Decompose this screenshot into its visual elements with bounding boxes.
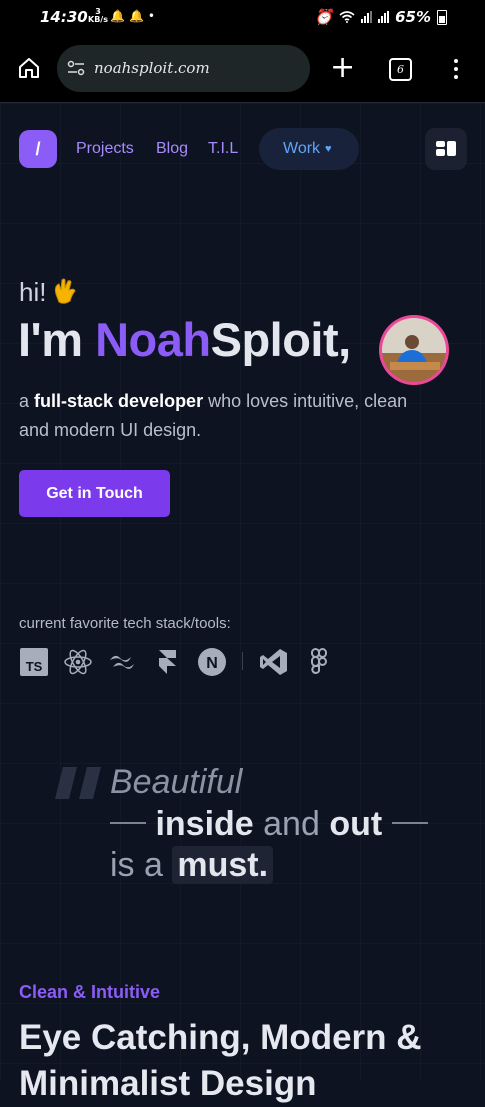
avatar-photo <box>382 318 446 382</box>
grid-background <box>0 103 485 1080</box>
battery-icon <box>437 9 447 25</box>
quote-must: must. <box>172 846 274 884</box>
data-rate: 3 KB/s <box>88 8 108 24</box>
layout-icon-part <box>436 149 445 156</box>
section-title: Eye Catching, Modern & Minimalist Design <box>19 1018 422 1103</box>
home-icon[interactable] <box>18 57 40 79</box>
tech-divider <box>242 652 243 670</box>
figma-icon[interactable] <box>304 647 334 677</box>
headline-prefix: I'm <box>18 313 96 366</box>
hero-intro: a full-stack developer who loves intuiti… <box>19 387 439 445</box>
nav-link-til[interactable]: T.I.L <box>208 140 238 158</box>
headline-name-rest: Sploit, <box>210 313 352 366</box>
avatar-figure <box>390 335 440 370</box>
quote-out: out <box>329 805 383 843</box>
quote-is-a: is a <box>110 846 173 884</box>
section-eyebrow: Clean & Intuitive <box>19 982 161 1002</box>
quote-and: and <box>253 805 330 843</box>
nav-link-blog[interactable]: Blog <box>156 140 188 158</box>
get-in-touch-button[interactable]: Get in Touch <box>19 470 170 517</box>
typescript-icon-text: TS <box>26 659 43 674</box>
framer-icon[interactable] <box>152 647 182 677</box>
quote-line-3: is a must. <box>110 846 274 885</box>
nav-link-projects[interactable]: Projects <box>76 140 134 158</box>
signal-icon-1 <box>361 11 373 23</box>
layout-toggle-button[interactable] <box>425 128 467 170</box>
intro-start: a <box>19 391 35 411</box>
work-dropdown-button[interactable]: Work ♥ <box>259 128 359 170</box>
status-bar: 14:30 3 KB/s 🔔🔔• ⏰ 65% <box>0 0 485 36</box>
status-right: ⏰ 65% <box>314 8 447 26</box>
intro-bold: full-stack developer <box>34 391 204 411</box>
quote-mark-icon <box>55 767 101 799</box>
status-time: 14:30 <box>40 8 88 26</box>
greeting: hi! <box>19 276 80 308</box>
quote-line-2: inside and out <box>110 805 428 844</box>
tab-switcher-button[interactable]: 6 <box>389 58 412 81</box>
headline-name-accent: Noah <box>95 313 211 366</box>
wifi-icon <box>339 11 355 23</box>
more-menu-icon[interactable] <box>454 59 458 83</box>
quote-line-1: Beautiful <box>110 763 243 801</box>
avatar <box>379 315 449 385</box>
url-text[interactable]: noahsploit.com <box>94 59 210 77</box>
signal-icon-2 <box>378 11 390 23</box>
layout-icon <box>436 141 445 147</box>
new-tab-icon[interactable]: + <box>330 53 355 83</box>
tech-stack-label: current favorite tech stack/tools: <box>19 615 231 632</box>
battery-percent: 65% <box>395 8 431 26</box>
chevron-down-icon: ♥ <box>325 143 332 155</box>
nextjs-icon[interactable]: N <box>197 647 227 677</box>
waving-hand-icon <box>55 278 77 304</box>
tailwind-icon[interactable] <box>107 647 137 677</box>
work-label: Work <box>283 140 321 157</box>
notification-icons: 🔔🔔• <box>110 9 159 23</box>
site-settings-icon[interactable] <box>66 60 86 76</box>
hero-headline: I'm NoahSploit, <box>18 312 351 367</box>
quote-inside: inside <box>155 805 254 843</box>
vscode-icon[interactable] <box>259 647 289 677</box>
data-rate-unit: KB/s <box>88 15 108 24</box>
site-logo[interactable]: / <box>19 130 57 168</box>
alarm-icon: ⏰ <box>314 8 334 26</box>
address-bar[interactable]: noahsploit.com <box>57 45 310 92</box>
nextjs-icon-text: N <box>206 655 218 672</box>
quote-block: Beautiful inside and out is a must. <box>0 755 485 895</box>
dash-left <box>110 822 146 824</box>
greeting-text: hi! <box>19 277 47 307</box>
react-icon[interactable] <box>63 647 93 677</box>
layout-icon-part <box>447 141 456 156</box>
typescript-icon[interactable]: TS <box>19 647 49 677</box>
dash-right <box>391 822 428 824</box>
browser-toolbar: noahsploit.com + 6 <box>0 36 485 103</box>
site-nav: / Projects Blog T.I.L Work ♥ <box>0 128 485 172</box>
